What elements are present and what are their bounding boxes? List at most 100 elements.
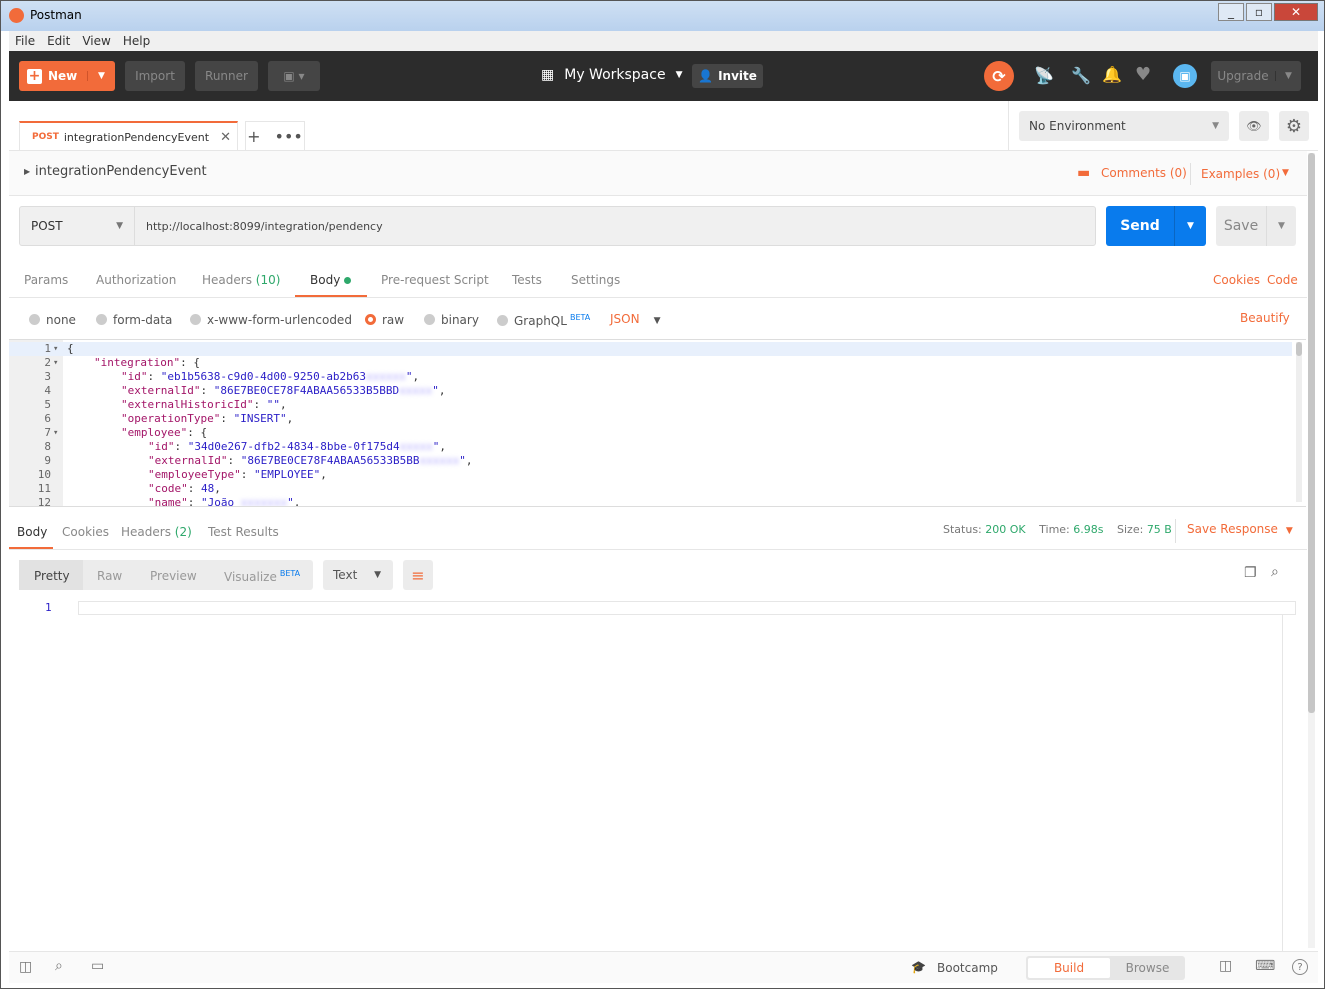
add-tab-icon[interactable]: + bbox=[247, 127, 260, 146]
search-icon[interactable]: ⌕ bbox=[1271, 564, 1279, 580]
more-tabs-icon[interactable]: ••• bbox=[275, 127, 303, 146]
copy-icon[interactable]: ❐ bbox=[1244, 565, 1257, 581]
json-value: "86E7BE0CE78F4ABAA56533B5BBD bbox=[213, 384, 400, 397]
wrap-lines-icon[interactable]: ≡ bbox=[403, 560, 433, 590]
send-dropdown-icon[interactable]: ▼ bbox=[1174, 206, 1206, 246]
cookies-link[interactable]: Cookies bbox=[1213, 273, 1260, 287]
json-punct: : bbox=[187, 482, 201, 495]
workspace-selector[interactable]: ▦ My Workspace ▼ bbox=[541, 67, 683, 83]
browse-mode-button[interactable]: Browse bbox=[1112, 958, 1183, 978]
avatar[interactable]: ▣ bbox=[1173, 64, 1197, 88]
wrench-icon[interactable]: 🔧 bbox=[1071, 66, 1091, 85]
body-editor[interactable]: 1 ▾{2 ▾ "integration": {3 "id": "eb1b5638-c9… bbox=[9, 339, 1306, 507]
menu-view[interactable]: View bbox=[82, 34, 110, 48]
tab-settings[interactable]: Settings bbox=[571, 273, 620, 287]
minimize-button[interactable]: _ bbox=[1218, 3, 1244, 21]
build-mode-button[interactable]: Build bbox=[1028, 958, 1110, 978]
runner-button[interactable]: Runner bbox=[195, 61, 258, 91]
body-format-select[interactable]: JSON ▼ bbox=[610, 312, 661, 326]
tab-headers[interactable]: Headers (10) bbox=[202, 273, 280, 287]
invite-button[interactable]: 👤 Invite bbox=[692, 64, 763, 88]
editor-scrollbar[interactable] bbox=[1296, 342, 1302, 502]
json-punct: , bbox=[439, 440, 447, 453]
view-pretty[interactable]: Pretty bbox=[19, 560, 83, 590]
radio-x-www-form-urlencoded[interactable]: x-www-form-urlencoded bbox=[190, 313, 352, 327]
radio-raw[interactable]: raw bbox=[365, 313, 404, 327]
fold-arrow-icon[interactable]: ▾ bbox=[53, 426, 58, 440]
save-response-button[interactable]: Save Response ▼ bbox=[1187, 522, 1293, 536]
console-icon[interactable]: ▭ bbox=[91, 958, 104, 974]
response-tab-cookies[interactable]: Cookies bbox=[62, 525, 109, 539]
sync-icon[interactable]: ⟳ bbox=[984, 61, 1014, 91]
plus-icon: + bbox=[27, 68, 42, 84]
menu-file[interactable]: File bbox=[15, 34, 35, 48]
close-window-button[interactable]: ✕ bbox=[1274, 3, 1318, 21]
sidebar-toggle-icon[interactable]: ◫ bbox=[19, 959, 32, 975]
environment-select[interactable]: No Environment ▼ bbox=[1019, 111, 1229, 141]
beautify-link[interactable]: Beautify bbox=[1240, 311, 1290, 325]
response-tab-body[interactable]: Body bbox=[9, 515, 53, 549]
response-tab-headers[interactable]: Headers (2) bbox=[121, 525, 192, 539]
eye-icon[interactable]: 👁 bbox=[1239, 111, 1269, 141]
json-punct: , bbox=[465, 454, 473, 467]
tab-pre-request-script[interactable]: Pre-request Script bbox=[381, 273, 489, 287]
find-icon[interactable]: ⌕ bbox=[55, 958, 63, 974]
response-body[interactable] bbox=[78, 601, 1296, 615]
fold-arrow-icon[interactable]: ▾ bbox=[53, 356, 58, 370]
response-format-select[interactable]: Text ▼ bbox=[323, 560, 393, 590]
caret-right-icon[interactable]: ▶ bbox=[24, 167, 30, 176]
new-dropdown-icon[interactable]: ▼ bbox=[87, 71, 115, 81]
tab-authorization[interactable]: Authorization bbox=[96, 273, 176, 287]
response-tabs: Body Cookies Headers (2) Test Results St… bbox=[9, 515, 1307, 550]
method-select[interactable]: POST ▼ bbox=[20, 207, 135, 245]
view-raw[interactable]: Raw bbox=[97, 569, 122, 583]
save-button[interactable]: Save ▼ bbox=[1216, 206, 1296, 246]
send-label: Send bbox=[1120, 218, 1160, 234]
menu-edit[interactable]: Edit bbox=[47, 34, 70, 48]
request-name[interactable]: integrationPendencyEvent bbox=[35, 164, 207, 179]
heart-icon[interactable]: ♥ bbox=[1135, 64, 1151, 85]
view-visualize[interactable]: Visualize BETA bbox=[224, 569, 300, 584]
save-dropdown-icon[interactable]: ▼ bbox=[1266, 206, 1296, 246]
bell-icon[interactable]: 🔔 bbox=[1102, 65, 1122, 84]
radio-graphql[interactable]: GraphQL BETA bbox=[497, 313, 590, 328]
comments-link[interactable]: Comments (0) bbox=[1101, 166, 1187, 180]
json-key: "code" bbox=[148, 482, 188, 495]
line-number: 9 bbox=[44, 454, 51, 467]
radio-form-data[interactable]: form-data bbox=[96, 313, 172, 327]
help-icon[interactable]: ? bbox=[1292, 959, 1308, 975]
response-tab-test-results[interactable]: Test Results bbox=[208, 525, 279, 539]
menu-help[interactable]: Help bbox=[123, 34, 150, 48]
maximize-button[interactable]: ▫ bbox=[1246, 3, 1272, 21]
upgrade-dropdown-icon[interactable]: ▼ bbox=[1275, 71, 1301, 81]
new-window-button[interactable]: ▣ ▾ bbox=[268, 61, 320, 91]
view-preview[interactable]: Preview bbox=[150, 569, 197, 583]
request-tab[interactable]: POST integrationPendencyEvent ✕ bbox=[19, 121, 238, 151]
radio-binary[interactable]: binary bbox=[424, 313, 479, 327]
satellite-icon[interactable]: 📡 bbox=[1034, 66, 1054, 85]
send-button[interactable]: Send ▼ bbox=[1106, 206, 1206, 246]
upgrade-button[interactable]: Upgrade ▼ bbox=[1211, 61, 1301, 91]
keyboard-icon[interactable]: ⌨ bbox=[1255, 958, 1275, 974]
bootcamp-link[interactable]: Bootcamp bbox=[937, 961, 998, 975]
import-button[interactable]: Import bbox=[125, 61, 185, 91]
format-value: JSON bbox=[610, 312, 640, 326]
fold-arrow-icon[interactable]: ▾ bbox=[53, 342, 58, 356]
tab-params[interactable]: Params bbox=[24, 273, 68, 287]
code-link[interactable]: Code bbox=[1267, 273, 1298, 287]
page-scrollbar[interactable] bbox=[1308, 153, 1315, 948]
json-punct: , bbox=[412, 370, 420, 383]
two-pane-icon[interactable]: ◫ bbox=[1219, 958, 1232, 974]
format-value: Text bbox=[333, 568, 358, 582]
new-button[interactable]: + New ▼ bbox=[19, 61, 115, 91]
url-input[interactable] bbox=[136, 207, 1094, 245]
tab-tests[interactable]: Tests bbox=[512, 273, 542, 287]
examples-link[interactable]: Examples (0) bbox=[1201, 167, 1280, 181]
json-punct: : bbox=[240, 468, 254, 481]
chevron-down-icon[interactable]: ▼ bbox=[1282, 168, 1289, 178]
gear-icon[interactable]: ⚙ bbox=[1279, 111, 1309, 141]
radio-none[interactable]: none bbox=[29, 313, 76, 327]
tab-body[interactable]: Body bbox=[295, 261, 367, 297]
app-header: + New ▼ Import Runner ▣ ▾ ▦ My Workspace ▼ … bbox=[9, 51, 1318, 101]
close-tab-icon[interactable]: ✕ bbox=[220, 130, 231, 145]
